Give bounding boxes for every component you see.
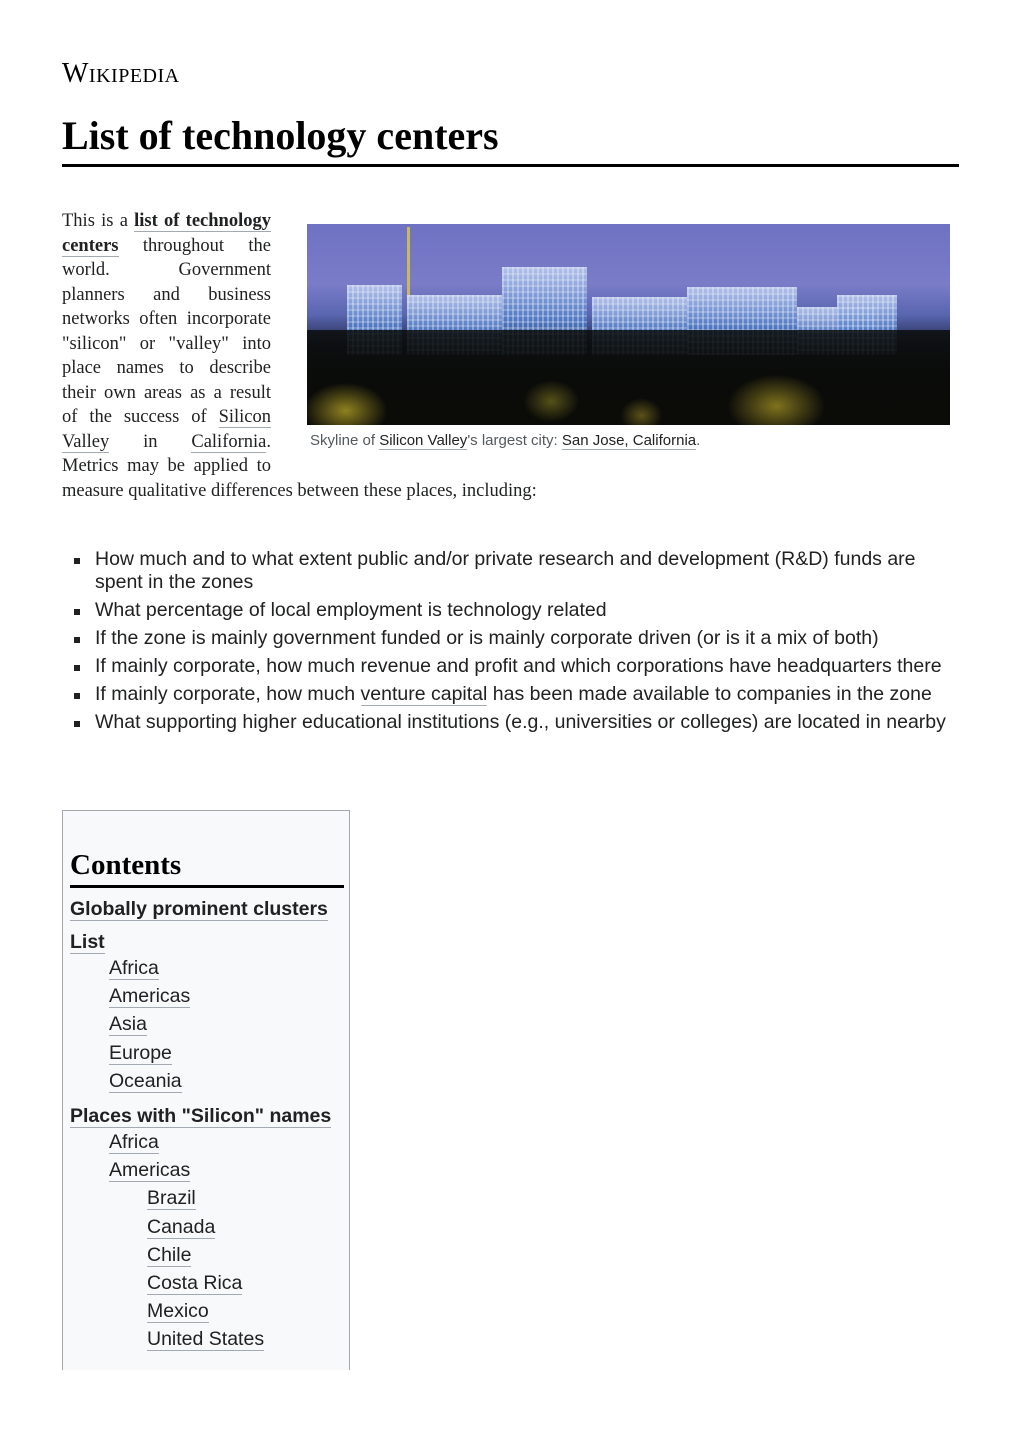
toc-link[interactable]: List bbox=[70, 931, 105, 954]
toc-link[interactable]: Canada bbox=[147, 1215, 216, 1239]
toc-item: Globally prominent clusters bbox=[70, 897, 342, 921]
toc-link[interactable]: Oceania bbox=[109, 1069, 182, 1093]
toc-list: Globally prominent clusters List Africa Ame… bbox=[70, 897, 342, 1354]
toc-item: Mexico bbox=[70, 1297, 342, 1325]
toc-item: Americas bbox=[70, 1156, 342, 1184]
toc-divider bbox=[70, 885, 344, 888]
toc-link[interactable]: Americas bbox=[109, 985, 191, 1009]
toc-item: United States bbox=[70, 1325, 342, 1353]
intro-text: This is a bbox=[62, 211, 135, 231]
table-of-contents: Contents Globally prominent clusters List… bbox=[62, 810, 350, 1370]
caption-link-san-jose[interactable]: San Jose, California bbox=[561, 432, 697, 450]
skyline-image[interactable] bbox=[307, 224, 950, 425]
list-item: What supporting higher educational insti… bbox=[62, 711, 959, 734]
intro-text: throughout the world. Government planner… bbox=[62, 235, 271, 428]
toc-link[interactable]: Brazil bbox=[147, 1187, 196, 1211]
link-venture-capital[interactable]: venture capital bbox=[360, 683, 488, 706]
toc-link[interactable]: Chile bbox=[147, 1243, 192, 1267]
toc-item: Places with "Silicon" names bbox=[70, 1104, 342, 1129]
caption-link-silicon-valley[interactable]: Silicon Valley bbox=[379, 432, 468, 450]
toc-link[interactable]: Places with "Silicon" names bbox=[70, 1105, 332, 1129]
metrics-list: How much and to what extent public and/o… bbox=[62, 548, 959, 739]
intro-text: in bbox=[109, 431, 192, 452]
toc-link[interactable]: Asia bbox=[109, 1013, 147, 1037]
list-item-text: has been made available to companies in … bbox=[487, 683, 932, 705]
list-item: If the zone is mainly government funded … bbox=[62, 627, 959, 650]
list-item: If mainly corporate, how much venture ca… bbox=[62, 683, 959, 706]
toc-item: Africa bbox=[70, 1128, 342, 1156]
toc-link[interactable]: Mexico bbox=[147, 1300, 209, 1324]
intro-section: Skyline of Silicon Valley's largest city… bbox=[62, 209, 959, 503]
caption-text: . bbox=[696, 432, 701, 449]
toc-link[interactable]: Costa Rica bbox=[147, 1272, 243, 1296]
page-title: List of technology centers bbox=[62, 113, 499, 158]
toc-link[interactable]: Africa bbox=[109, 957, 159, 980]
toc-item: Chile bbox=[70, 1241, 342, 1269]
wikipedia-wordmark[interactable]: Wikipedia bbox=[62, 58, 180, 90]
toc-item: Europe bbox=[70, 1039, 342, 1067]
list-item-text: If mainly corporate, how much bbox=[95, 683, 361, 705]
list-item: What percentage of local employment is t… bbox=[62, 599, 959, 622]
toc-link[interactable]: Africa bbox=[109, 1131, 159, 1155]
title-divider bbox=[62, 164, 959, 167]
toc-link[interactable]: Europe bbox=[109, 1041, 172, 1065]
toc-item: Costa Rica bbox=[70, 1269, 342, 1297]
toc-link[interactable]: Globally prominent clusters bbox=[70, 898, 328, 921]
toc-link[interactable]: Americas bbox=[109, 1159, 191, 1183]
link-california[interactable]: California bbox=[191, 431, 267, 453]
toc-item: Americas bbox=[70, 982, 342, 1010]
toc-item: Africa bbox=[70, 954, 342, 982]
list-item: If mainly corporate, how much revenue an… bbox=[62, 655, 959, 678]
toc-title: Contents bbox=[70, 849, 182, 881]
caption-text: Skyline of bbox=[310, 432, 380, 449]
toc-item: List bbox=[70, 930, 342, 954]
thumbnail-figure: Skyline of Silicon Valley's largest city… bbox=[307, 224, 951, 451]
foreground-trees bbox=[307, 330, 950, 425]
image-caption: Skyline of Silicon Valley's largest city… bbox=[307, 431, 951, 451]
caption-text: 's largest city: bbox=[467, 432, 562, 449]
toc-item: Canada bbox=[70, 1213, 342, 1241]
toc-link[interactable]: United States bbox=[147, 1328, 265, 1352]
list-item: How much and to what extent public and/o… bbox=[62, 548, 959, 594]
toc-item: Asia bbox=[70, 1010, 342, 1038]
toc-item: Oceania bbox=[70, 1067, 342, 1095]
toc-item: Brazil bbox=[70, 1184, 342, 1212]
